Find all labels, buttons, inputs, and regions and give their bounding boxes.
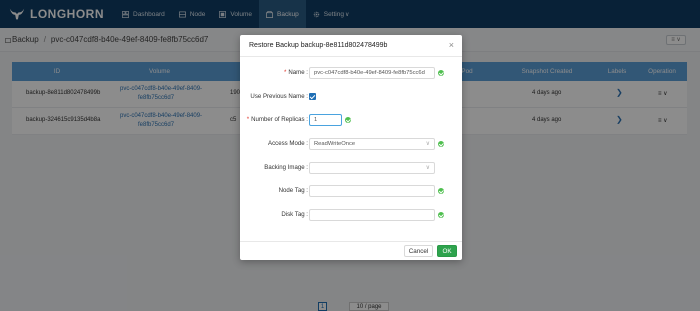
valid-check-icon bbox=[438, 141, 444, 147]
disk-tag-row: Disk Tag : bbox=[240, 209, 462, 221]
replicas-row: * Number of Replicas : 1 bbox=[240, 114, 462, 126]
required-marker: * bbox=[246, 116, 250, 123]
replicas-label: * Number of Replicas : bbox=[247, 114, 308, 126]
backing-image-row: Backing Image : ∨ bbox=[240, 162, 462, 174]
node-tag-row: Node Tag : bbox=[240, 185, 462, 197]
disk-tag-label: Disk Tag : bbox=[281, 211, 308, 218]
restore-backup-dialog: Restore Backup backup-8e811d802478499b ×… bbox=[240, 35, 462, 260]
dialog-header: Restore Backup backup-8e811d802478499b bbox=[240, 35, 462, 57]
valid-check-icon bbox=[438, 70, 444, 76]
backing-image-select[interactable]: ∨ bbox=[309, 162, 435, 174]
valid-check-icon bbox=[345, 117, 351, 123]
chevron-down-icon: ∨ bbox=[425, 141, 430, 147]
access-mode-select[interactable]: ReadWriteOnce ∨ bbox=[309, 138, 435, 150]
dialog-footer: Cancel OK bbox=[240, 241, 462, 260]
name-input[interactable]: pvc-c047cdf8-b40e-49ef-8409-fe8fb75cc6d bbox=[309, 67, 435, 79]
name-label: * Name : bbox=[284, 67, 308, 79]
access-mode-value: ReadWriteOnce bbox=[314, 141, 356, 147]
use-previous-name-checkbox[interactable] bbox=[309, 93, 316, 100]
name-row: * Name : pvc-c047cdf8-b40e-49ef-8409-fe8f… bbox=[240, 67, 462, 79]
name-label-text: Name : bbox=[288, 69, 308, 76]
access-mode-row: Access Mode : ReadWriteOnce ∨ bbox=[240, 138, 462, 150]
disk-tag-select[interactable] bbox=[309, 209, 435, 221]
required-marker: * bbox=[283, 69, 287, 76]
ok-button[interactable]: OK bbox=[437, 245, 457, 257]
node-tag-label: Node Tag : bbox=[278, 187, 308, 194]
valid-check-icon bbox=[438, 188, 444, 194]
backing-image-label: Backing Image : bbox=[264, 164, 308, 171]
access-mode-label: Access Mode : bbox=[268, 140, 308, 147]
node-tag-select[interactable] bbox=[309, 185, 435, 197]
use-previous-name-label: Use Previous Name : bbox=[250, 93, 308, 100]
valid-check-icon bbox=[438, 212, 444, 218]
dialog-title: Restore Backup backup-8e811d802478499b bbox=[249, 42, 388, 49]
use-previous-name-row: Use Previous Name : bbox=[240, 91, 462, 103]
chevron-down-icon: ∨ bbox=[425, 165, 430, 171]
replicas-label-text: Number of Replicas : bbox=[251, 116, 308, 123]
close-icon[interactable]: × bbox=[449, 41, 454, 50]
cancel-button[interactable]: Cancel bbox=[404, 245, 433, 257]
replicas-input[interactable]: 1 bbox=[309, 114, 342, 126]
